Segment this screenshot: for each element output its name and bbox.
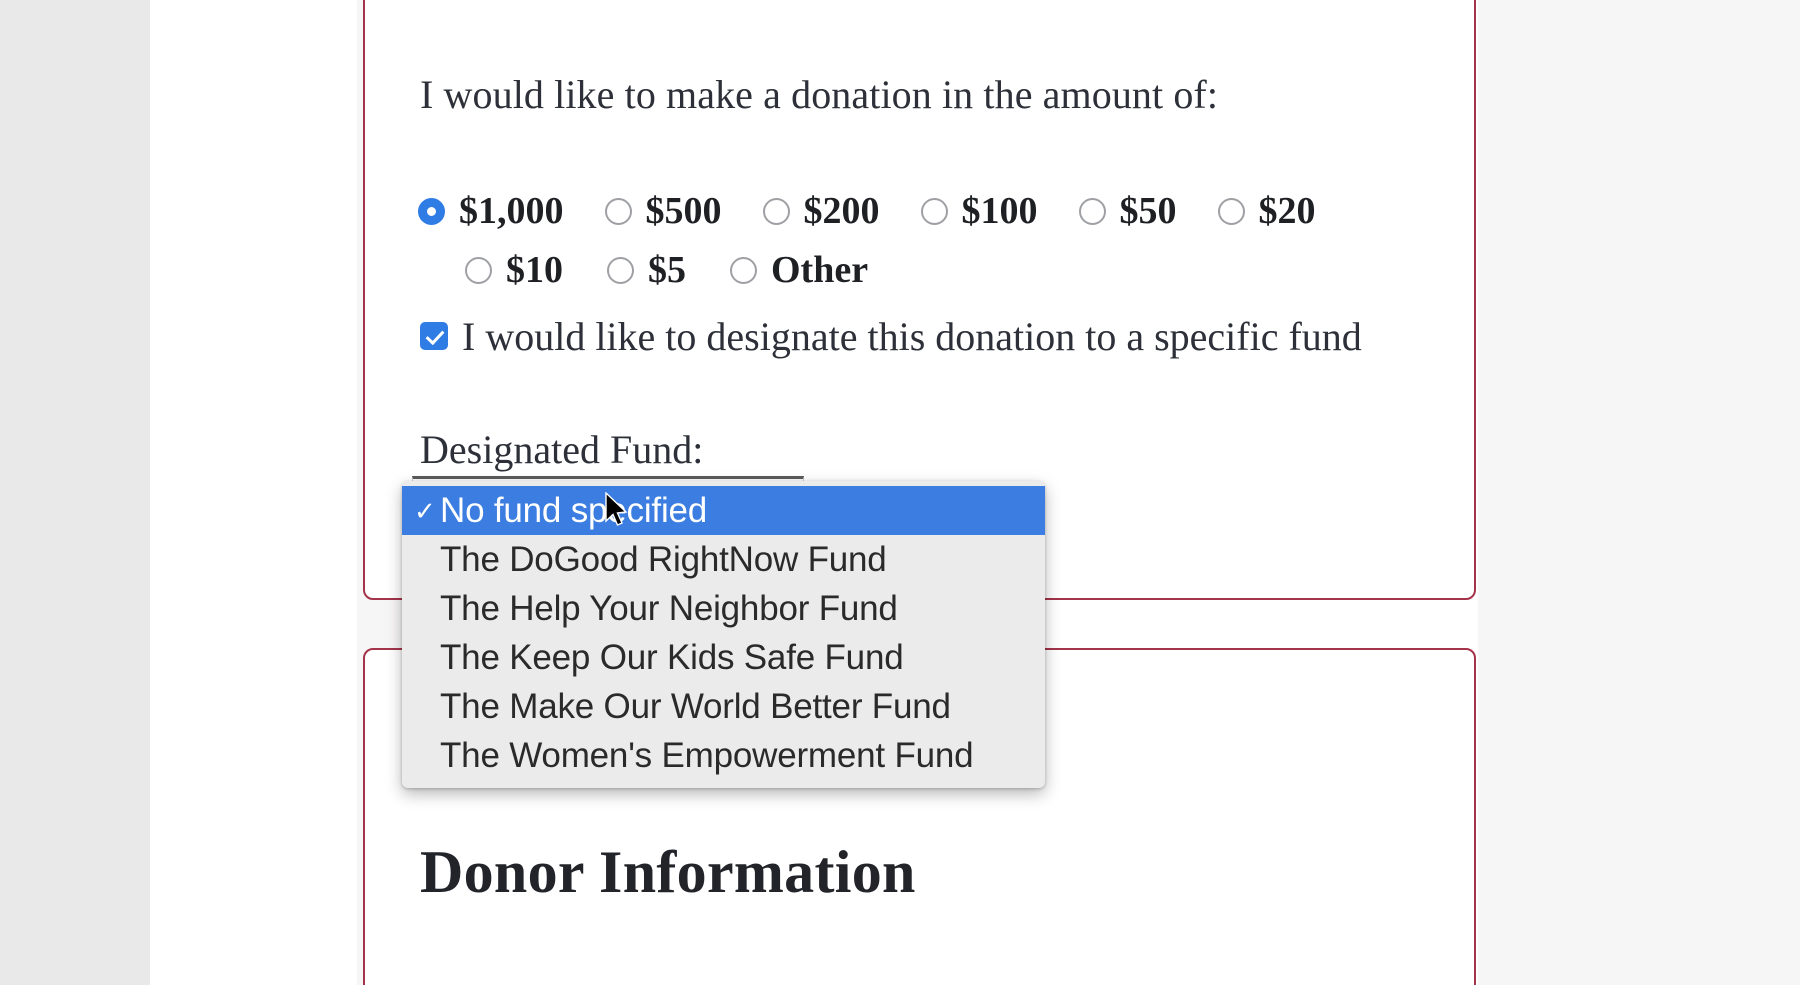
page-gutter-right	[1478, 0, 1800, 985]
radio-icon[interactable]	[1217, 197, 1245, 225]
donation-amount-prompt: I would like to make a donation in the a…	[420, 72, 1219, 117]
amount-option-label: $5	[648, 249, 686, 291]
designated-fund-dropdown-list[interactable]: ✓ No fund specified ✓ The DoGood RightNo…	[402, 481, 1045, 788]
dropdown-option-dogood-rightnow[interactable]: ✓ The DoGood RightNow Fund	[402, 535, 1045, 584]
designate-fund-checkbox-label: I would like to designate this donation …	[462, 314, 1362, 359]
amount-option-500[interactable]: $500	[604, 190, 722, 232]
amount-option-100[interactable]: $100	[920, 190, 1038, 232]
amount-option-5[interactable]: $5	[607, 251, 686, 289]
radio-icon[interactable]	[920, 197, 948, 225]
dropdown-option-womens-empowerment[interactable]: ✓ The Women's Empowerment Fund	[402, 731, 1045, 780]
dropdown-option-label: The Women's Empowerment Fund	[440, 735, 974, 775]
radio-icon[interactable]	[607, 256, 634, 284]
check-icon: ✓	[414, 495, 436, 526]
dropdown-option-no-fund-specified[interactable]: ✓ No fund specified	[402, 486, 1045, 535]
radio-icon[interactable]	[465, 256, 492, 284]
dropdown-option-label: The Make Our World Better Fund	[440, 686, 951, 726]
radio-icon[interactable]	[762, 197, 790, 225]
amount-option-200[interactable]: $200	[762, 190, 880, 232]
amount-option-label: $500	[645, 190, 722, 232]
amount-option-1000[interactable]: $1,000	[418, 192, 564, 230]
amount-option-label: $200	[803, 190, 880, 232]
radio-icon-selected[interactable]	[418, 197, 445, 225]
amount-option-label: Other	[771, 249, 869, 291]
designate-fund-checkbox-row[interactable]: I would like to designate this donation …	[418, 308, 1388, 366]
amount-option-50[interactable]: $50	[1078, 190, 1177, 232]
amount-option-label: $50	[1119, 190, 1177, 232]
amount-option-other[interactable]: Other	[730, 251, 868, 289]
dropdown-option-label: The Keep Our Kids Safe Fund	[440, 637, 904, 677]
amount-radio-group-row-1: $1,000 $500 $200 $100 $50 $20	[418, 192, 1316, 230]
radio-icon[interactable]	[1078, 197, 1106, 225]
amount-option-label: $20	[1258, 190, 1316, 232]
checkbox-checked-icon[interactable]	[420, 322, 448, 350]
dropdown-option-label: No fund specified	[440, 490, 708, 530]
dropdown-option-help-your-neighbor[interactable]: ✓ The Help Your Neighbor Fund	[402, 584, 1045, 633]
amount-option-10[interactable]: $10	[465, 251, 563, 289]
designated-fund-label: Designated Fund:	[420, 427, 704, 472]
radio-icon[interactable]	[604, 197, 632, 225]
amount-option-label: $10	[506, 249, 563, 291]
screen: I would like to make a donation in the a…	[0, 0, 1800, 985]
dropdown-option-label: The DoGood RightNow Fund	[440, 539, 887, 579]
amount-option-label: $1,000	[459, 190, 564, 232]
dropdown-option-label: The Help Your Neighbor Fund	[440, 588, 898, 628]
amount-radio-group-row-2: $10 $5 Other	[465, 251, 868, 289]
dropdown-option-make-our-world-better[interactable]: ✓ The Make Our World Better Fund	[402, 682, 1045, 731]
amount-option-label: $100	[961, 190, 1038, 232]
radio-icon[interactable]	[730, 256, 757, 284]
donor-information-heading: Donor Information	[420, 839, 916, 905]
amount-option-20[interactable]: $20	[1217, 190, 1316, 232]
dropdown-option-keep-our-kids-safe[interactable]: ✓ The Keep Our Kids Safe Fund	[402, 633, 1045, 682]
